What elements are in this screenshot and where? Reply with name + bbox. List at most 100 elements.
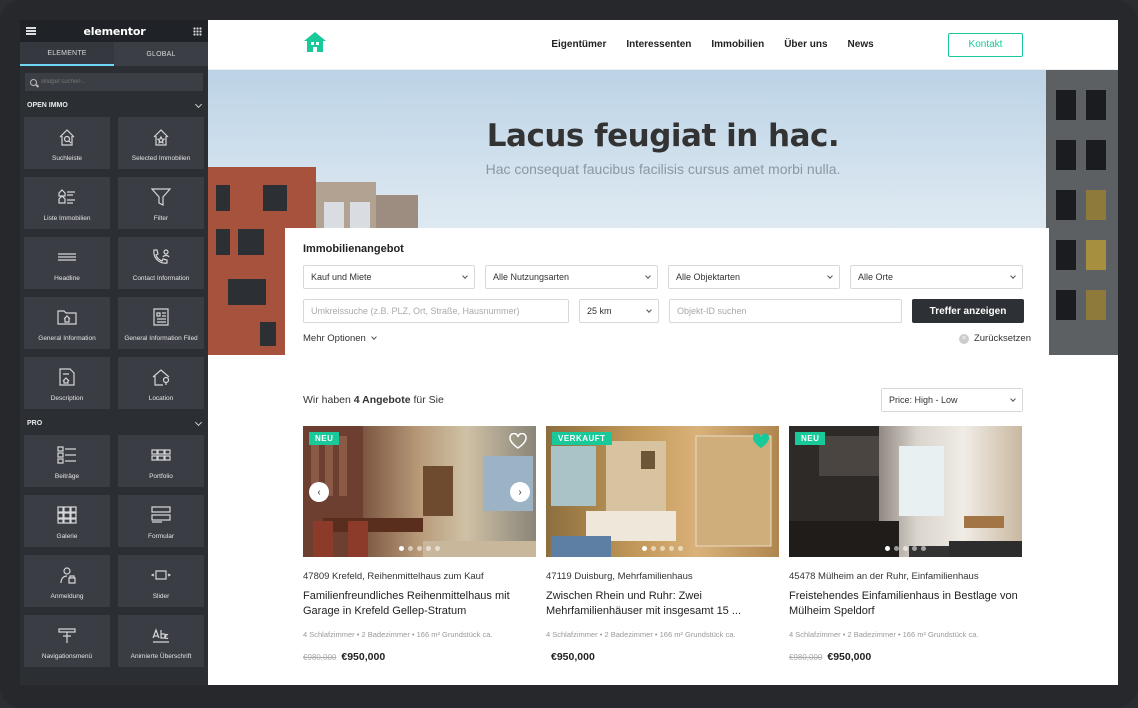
listing-location: 45478 Mülheim an der Ruhr, Einfamilienha… [789, 571, 979, 582]
menu-item-ueber-uns[interactable]: Über uns [784, 39, 827, 50]
editor-sidebar: elementor ELEMENTE GLOBAL OPEN IMMO Such… [20, 20, 208, 685]
posts-icon [57, 446, 76, 464]
widget-general-information[interactable]: General Information [24, 297, 110, 349]
widget-liste-immobilien[interactable]: Liste Immobilien [24, 177, 110, 229]
section-header-pro[interactable]: PRO [20, 415, 208, 431]
site-preview: Eigentümer Interessenten Immobilien Über… [208, 20, 1118, 685]
widget-slider[interactable]: Slider [118, 555, 204, 607]
widget-beitraege[interactable]: Beiträge [24, 435, 110, 487]
current-price: €950,000 [341, 651, 386, 663]
slide-dot[interactable] [651, 546, 656, 551]
widget-label: Description [50, 395, 84, 402]
tab-elemente[interactable]: ELEMENTE [20, 42, 114, 66]
widget-anmeldung[interactable]: Anmeldung [24, 555, 110, 607]
select-vermarktungsart[interactable]: Kauf und Miete [303, 265, 475, 289]
slide-dot[interactable] [660, 546, 665, 551]
description-icon [59, 368, 75, 386]
widget-galerie[interactable]: Galerie [24, 495, 110, 547]
menu-item-immobilien[interactable]: Immobilien [711, 39, 764, 50]
contact-button[interactable]: Kontakt [948, 32, 1023, 57]
slide-dot[interactable] [894, 546, 899, 551]
chevron-down-icon [827, 273, 833, 279]
widget-general-information-filed[interactable]: General Information Filed [118, 297, 204, 349]
apps-grid-icon[interactable] [192, 26, 202, 36]
widget-suchleiste[interactable]: Suchleiste [24, 117, 110, 169]
listing-title[interactable]: Freistehendes Einfamilienhaus in Bestlag… [789, 589, 1022, 621]
listing-photo[interactable]: NEU [789, 426, 1022, 557]
prev-arrow-icon[interactable]: ‹ [309, 482, 329, 502]
slide-dot[interactable] [435, 546, 440, 551]
sort-select[interactable]: Price: High - Low [881, 388, 1023, 412]
search-options-row: Mehr Optionen × Zurücksetzen [303, 333, 1031, 344]
select-objektart[interactable]: Alle Objektarten [668, 265, 840, 289]
widget-label: Anmeldung [50, 593, 84, 600]
editor-brand: elementor [83, 24, 146, 38]
slide-dot[interactable] [426, 546, 431, 551]
chevron-down-icon [194, 418, 203, 426]
listing-title[interactable]: Familienfreundliches Reihenmittelhaus mi… [303, 589, 536, 621]
widget-search-input[interactable] [41, 79, 191, 85]
listing-location: 47119 Duisburg, Mehrfamilienhaus [546, 571, 693, 582]
hamburger-menu-icon[interactable] [26, 27, 36, 35]
menu-item-eigentuemer[interactable]: Eigentümer [551, 39, 606, 50]
widget-animierte-ueberschrift[interactable]: Animierte Überschrift [118, 615, 204, 667]
widget-description[interactable]: Description [24, 357, 110, 409]
menu-item-news[interactable]: News [848, 39, 874, 50]
main-menu: Eigentümer Interessenten Immobilien Über… [551, 39, 873, 50]
menu-item-interessenten[interactable]: Interessenten [626, 39, 691, 50]
widget-formular[interactable]: Formular [118, 495, 204, 547]
widget-location[interactable]: Location [118, 357, 204, 409]
listing-card[interactable]: NEU 45478 Mülheim an der Ruhr, Einfamili… [789, 426, 1022, 663]
next-arrow-icon[interactable]: › [510, 482, 530, 502]
widget-label: Portfolio [149, 473, 173, 480]
heart-outline-icon[interactable] [509, 433, 527, 449]
listing-card[interactable]: NEU ‹ › 47809 Krefeld, Reihenmittelhaus … [303, 426, 536, 663]
editor-tabs: ELEMENTE GLOBAL [20, 42, 208, 66]
slide-dot[interactable] [921, 546, 926, 551]
show-results-button[interactable]: Treffer anzeigen [912, 299, 1024, 323]
listing-photo[interactable]: VERKAUFT [546, 426, 779, 557]
slide-dot[interactable] [642, 546, 647, 551]
old-price: €980,000 [303, 653, 337, 662]
house-star-icon [153, 129, 169, 146]
slide-dot[interactable] [912, 546, 917, 551]
widget-headline[interactable]: Headline [24, 237, 110, 289]
hero-subtitle: Hac consequat faucibus facilisis cursus … [485, 161, 841, 177]
radius-search-input[interactable]: Umkreissuche (z.B. PLZ, Ort, Straße, Hau… [303, 299, 569, 323]
widget-filter[interactable]: Filter [118, 177, 204, 229]
house-search-icon [59, 129, 75, 146]
slide-dot[interactable] [903, 546, 908, 551]
slide-dot[interactable] [408, 546, 413, 551]
slide-dot[interactable] [678, 546, 683, 551]
reset-button[interactable]: × Zurücksetzen [958, 333, 1031, 344]
slide-dot[interactable] [399, 546, 404, 551]
widget-contact-information[interactable]: Contact Information [118, 237, 204, 289]
more-options-toggle[interactable]: Mehr Optionen [303, 333, 377, 344]
slide-dot[interactable] [669, 546, 674, 551]
listing-card[interactable]: VERKAUFT 47119 Duisburg, Mehrfamilienhau… [546, 426, 779, 663]
slide-dot[interactable] [417, 546, 422, 551]
widget-label: Location [148, 395, 174, 402]
section-header-open-immo[interactable]: OPEN IMMO [20, 97, 208, 113]
select-distance[interactable]: 25 km [579, 299, 659, 323]
widget-navigationsmenue[interactable]: Navigationsmenü [24, 615, 110, 667]
widget-portfolio[interactable]: Portfolio [118, 435, 204, 487]
slide-dot[interactable] [885, 546, 890, 551]
widget-selected-immobilien[interactable]: Selected Immobilien [118, 117, 204, 169]
select-nutzungsart[interactable]: Alle Nutzungsarten [485, 265, 658, 289]
slide-dots [789, 546, 1022, 551]
folder-house-icon [57, 310, 77, 325]
widget-label: Selected Immobilien [131, 155, 191, 162]
select-ort[interactable]: Alle Orte [850, 265, 1023, 289]
listing-badge: NEU [309, 432, 340, 445]
tab-global[interactable]: GLOBAL [114, 42, 208, 66]
portfolio-icon [151, 449, 171, 461]
object-id-input[interactable]: Objekt-ID suchen [669, 299, 902, 323]
listing-photo[interactable]: NEU ‹ › [303, 426, 536, 557]
listing-location: 47809 Krefeld, Reihenmittelhaus zum Kauf [303, 571, 484, 582]
site-logo[interactable] [303, 31, 327, 58]
listing-title[interactable]: Zwischen Rhein und Ruhr: Zwei Mehrfamili… [546, 589, 779, 621]
widget-label: Suchleiste [52, 155, 82, 162]
heart-filled-icon[interactable] [752, 433, 770, 449]
phone-user-icon [153, 249, 170, 264]
